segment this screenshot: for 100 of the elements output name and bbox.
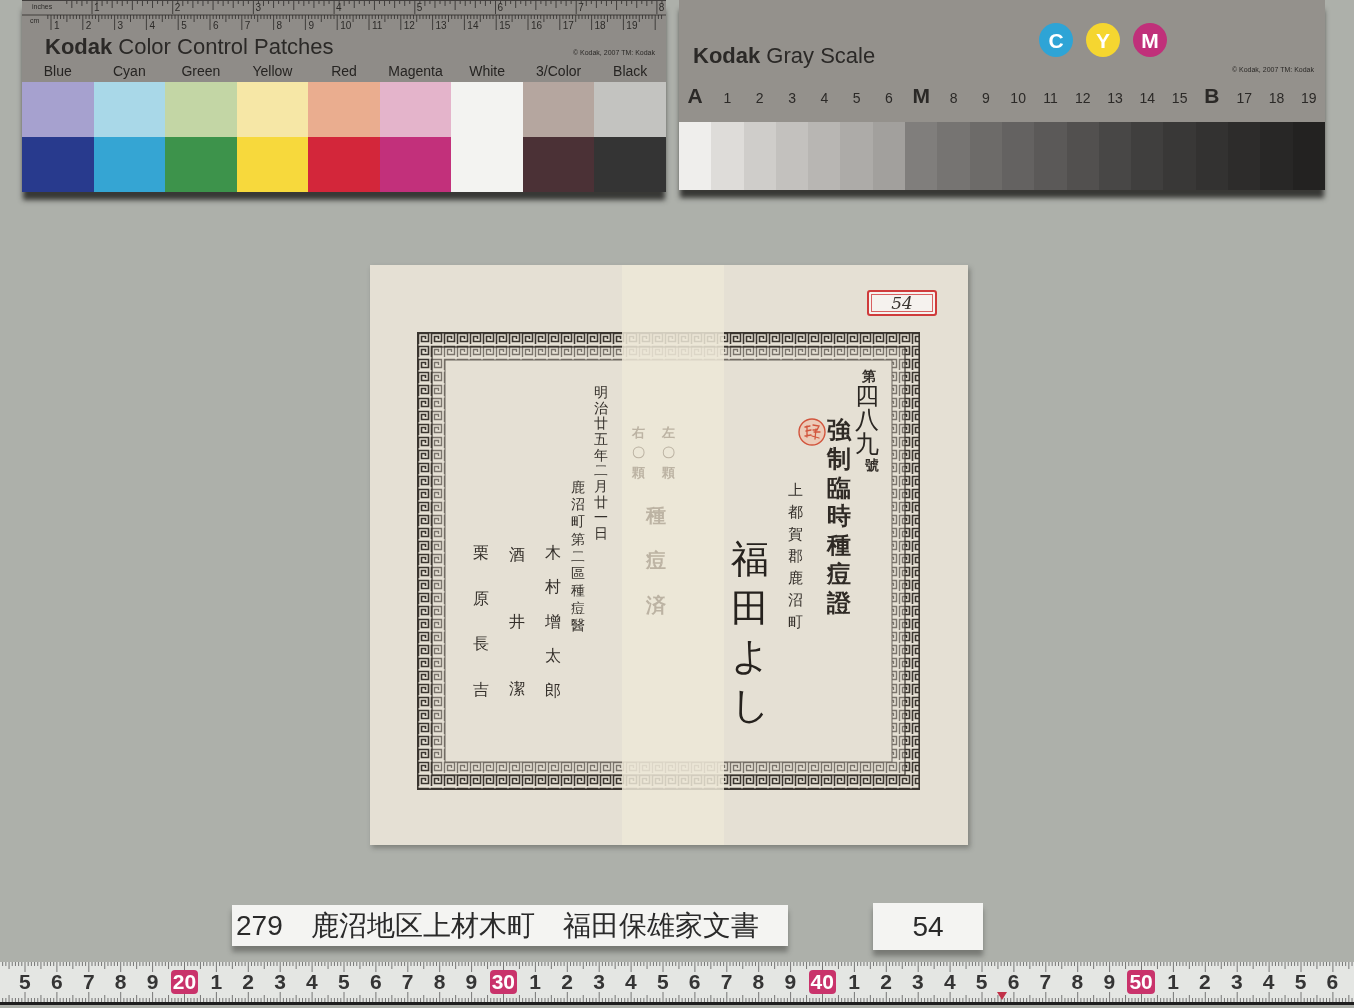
ink-badge: M [1133, 23, 1167, 57]
tape-number: 4 [943, 970, 956, 994]
step-label: 18 [1268, 89, 1285, 108]
ruler-number: 4 [336, 2, 342, 13]
triangle-marker-icon [997, 992, 1007, 1000]
issuer-title: 鹿沼町第二區種痘醫 [571, 479, 585, 634]
step-label: 17 [1236, 89, 1253, 108]
tape-number: 5 [975, 970, 988, 994]
ruler-number: 8 [276, 20, 283, 31]
tape-number: 9 [784, 970, 797, 994]
issuer-name: 酒井潔 [509, 544, 525, 701]
step-label: 3 [788, 89, 796, 108]
ruler-number: 1 [54, 20, 60, 31]
tape-number: 4 [306, 970, 318, 994]
serial-number: 四八九 [855, 384, 879, 457]
serial-prefix: 第 [862, 369, 876, 385]
tape-number: 7 [1039, 970, 1052, 994]
decade-number: 30 [489, 970, 517, 994]
ruler-number: 5 [181, 20, 187, 31]
patch-label: White [469, 62, 505, 80]
tape-number: 6 [369, 970, 382, 994]
issuer-name: 木村增太郎 [545, 542, 561, 702]
tape-number: 4 [625, 970, 637, 994]
step-label: 8 [949, 89, 958, 108]
issuer-name: 栗原長吉 [473, 542, 489, 701]
ruler-number: 15 [499, 20, 511, 31]
ruler-number: 2 [174, 2, 181, 13]
tape-number: 3 [912, 970, 924, 994]
patch-label: Red [331, 62, 357, 80]
tape-number: 5 [338, 970, 350, 994]
ruler-number: 9 [308, 20, 314, 31]
tape-number: 7 [720, 970, 733, 994]
ruler-number: 19 [626, 20, 638, 31]
tape-number: 2 [561, 970, 573, 994]
ruler-number: 14 [467, 20, 479, 31]
step-label: 1 [723, 89, 732, 108]
ruler-number: 3 [255, 2, 261, 13]
step-label: 10 [1010, 89, 1026, 108]
tape-number: 5 [19, 970, 31, 994]
step-label: 5 [852, 89, 861, 108]
serial-suffix: 號 [865, 458, 879, 474]
step-label: 9 [981, 89, 990, 108]
tape-number: 2 [1199, 970, 1211, 994]
date-text: 明治廿五年二月廿一日 [594, 385, 608, 542]
ruler-number: 18 [594, 20, 606, 31]
ink-badge: Y [1086, 23, 1120, 57]
tape-number: 8 [433, 970, 446, 994]
ruler-number: 7 [578, 2, 584, 13]
tape-number: 7 [82, 970, 95, 994]
collection-label: 279 鹿沼地区上材木町 福田保雄家文書 [232, 905, 788, 946]
certificate-title: 強制臨時種痘證 [827, 416, 851, 618]
ruler-number: 10 [340, 20, 352, 31]
ruler-number: 5 [416, 2, 423, 13]
tape-number: 5 [656, 970, 669, 994]
ruler-number: 13 [435, 20, 447, 31]
decade-number: 50 [1127, 970, 1155, 994]
tape-number: 6 [51, 970, 63, 994]
step-label: 13 [1107, 89, 1123, 108]
step-label: M [912, 85, 930, 107]
tape-number: 9 [1103, 970, 1116, 994]
ruler-number: 6 [213, 20, 219, 31]
ruler-number: 2 [85, 20, 92, 31]
tape-number: 4 [1262, 970, 1275, 994]
ink-badge: C [1039, 23, 1073, 57]
step-label: 14 [1139, 89, 1156, 108]
patch-label: Magenta [388, 62, 443, 80]
recipient-name: 福田よし [731, 536, 769, 729]
step-label: 11 [1043, 89, 1058, 108]
tape-number: 3 [1230, 970, 1243, 994]
step-label: 19 [1301, 89, 1317, 108]
tape-number: 9 [146, 970, 159, 994]
tape-number: 8 [114, 970, 127, 994]
ruler-number: 12 [403, 20, 415, 31]
tape-number: 3 [593, 970, 605, 994]
step-label: B [1204, 85, 1220, 107]
ruler-number: 16 [530, 20, 543, 31]
step-label: A [687, 85, 703, 107]
decade-number: 20 [170, 970, 199, 994]
patch-label: Yellow [252, 62, 293, 80]
tape-number: 9 [465, 970, 478, 994]
chart-title: Kodak Color Control Patches [45, 34, 334, 60]
tape-number: 1 [529, 970, 542, 994]
tape-number: 7 [401, 970, 414, 994]
step-label: 15 [1171, 89, 1188, 108]
ruler-number: 6 [497, 2, 503, 13]
number-tag: 54 [867, 290, 937, 316]
patch-label: Black [613, 62, 648, 80]
tape-number: 2 [242, 970, 254, 994]
ruler-number: 7 [244, 20, 251, 31]
step-label: 2 [755, 89, 764, 108]
tape-number: 1 [848, 970, 860, 994]
tape-number: 8 [1071, 970, 1084, 994]
tape-number: 3 [274, 970, 286, 994]
ruler-number: 11 [371, 20, 383, 31]
seal-stamp-icon [798, 418, 826, 446]
step-label: 4 [820, 89, 829, 108]
ruler-number: 3 [117, 20, 124, 31]
patch-label: Cyan [113, 62, 146, 80]
decade-number: 40 [808, 970, 836, 994]
ruler-number: 17 [562, 20, 574, 31]
